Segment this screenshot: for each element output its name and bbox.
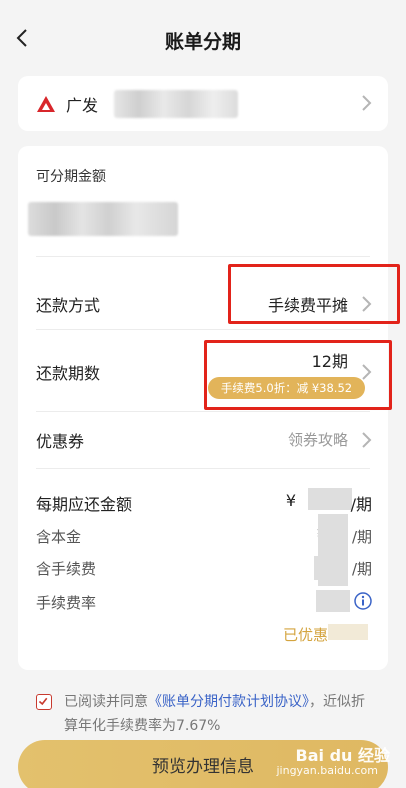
agreement-prefix: 已阅读并同意: [64, 694, 148, 710]
card-number-mosaic: [114, 90, 238, 118]
coupon-row[interactable]: 优惠券 领券攻略: [18, 412, 388, 468]
repayment-method-row[interactable]: 还款方式 手续费平摊: [18, 270, 388, 336]
chevron-right-icon: [362, 364, 372, 380]
per-period-suffix: /期: [350, 495, 372, 514]
coupon-label: 优惠券: [36, 432, 85, 451]
repayment-periods-row[interactable]: 还款期数 12期: [18, 336, 388, 412]
fee-rate-label: 手续费率: [36, 594, 97, 612]
per-period-prefix: ¥: [285, 491, 296, 510]
coupon-guide-link[interactable]: 领券攻略: [288, 429, 348, 450]
repayment-periods-value: 12期: [311, 352, 348, 371]
divider: [36, 329, 370, 330]
chevron-right-icon: [362, 296, 372, 312]
amount-label: 可分期金额: [36, 169, 106, 185]
fee-label: 含手续费: [36, 560, 97, 578]
discounted-label: 已优惠: [282, 626, 328, 644]
fee-rate-value-mosaic: [316, 590, 350, 612]
page-title: 账单分期: [164, 31, 241, 53]
agreement-link[interactable]: 《账单分期付款计划协议》: [148, 694, 309, 710]
chevron-right-icon: [362, 95, 372, 111]
discounted-value-mosaic: [328, 624, 368, 640]
amount-value-mosaic: [28, 202, 178, 236]
repayment-periods-label: 还款期数: [36, 364, 101, 383]
fee-discount-badge: 手续费5.0折：减 ¥38.52: [208, 377, 365, 399]
divider: [36, 256, 370, 257]
watermark-logo: Bai du 经验: [295, 746, 390, 765]
fee-suffix: /期: [351, 560, 372, 578]
agreement-checkbox[interactable]: [36, 694, 52, 710]
installment-card: 可分期金额 还款方式 手续费平摊 还款期数 12期 手续费5.0折：减 ¥38.…: [18, 146, 388, 670]
bank-logo-icon: [37, 96, 55, 112]
bank-card-selector[interactable]: 广发: [18, 76, 388, 131]
bank-name: 广发: [66, 96, 99, 115]
principal-label: 含本金: [36, 528, 82, 546]
status-bar: [0, 0, 406, 10]
navigation-bar: 账单分期: [0, 12, 406, 64]
agreement-text: 已阅读并同意《账单分期付款计划协议》，近似折算年化手续费率为7.67%: [64, 690, 374, 738]
repayment-method-value: 手续费平摊: [267, 296, 348, 315]
principal-suffix: /期: [351, 528, 372, 546]
per-period-value-mosaic: [308, 488, 352, 510]
fee-value-mosaic: [314, 556, 348, 580]
repayment-method-label: 还款方式: [36, 296, 101, 315]
chevron-right-icon: [362, 432, 372, 448]
checkmark-icon: [38, 697, 48, 706]
divider: [36, 468, 370, 469]
info-icon[interactable]: [354, 592, 372, 610]
watermark-url: jingyan.baidu.com: [276, 764, 378, 777]
per-period-label: 每期应还金额: [36, 495, 133, 514]
